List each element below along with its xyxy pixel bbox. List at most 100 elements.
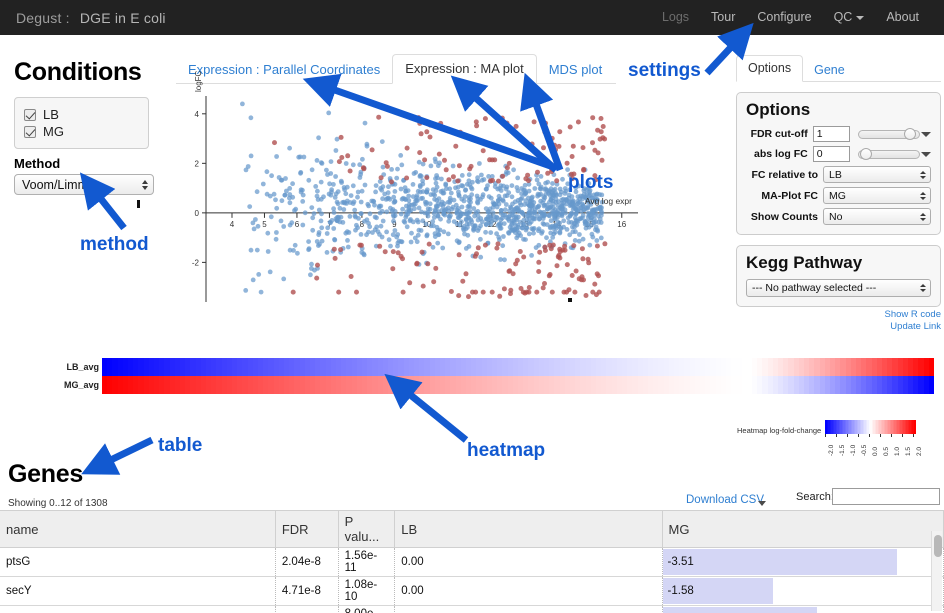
table-row[interactable]: infB4.71e-88.00e-110.00-2.26 — [0, 605, 944, 613]
kegg-pathway-card: Kegg Pathway --- No pathway selected --- — [736, 245, 941, 307]
kegg-pathway-title: Kegg Pathway — [746, 253, 863, 272]
cell-mg: -3.51 — [662, 547, 944, 577]
options-card-title: Options — [746, 100, 811, 119]
method-select[interactable]: Voom/Limma — [14, 174, 154, 195]
nav-item-qc[interactable]: QC — [823, 0, 876, 35]
show-counts-select[interactable]: No — [823, 208, 931, 225]
conditions-box: LB MG — [14, 97, 149, 149]
fc-relative-select[interactable]: LB — [823, 166, 931, 183]
stepper-icon — [142, 179, 148, 190]
fdr-cutoff-row: FDR cut-off 1 — [746, 126, 931, 142]
col-header-fdr[interactable]: FDR — [275, 510, 339, 548]
svg-text:-2: -2 — [192, 258, 200, 267]
cell-pvalue: 8.00e-11 — [338, 605, 396, 613]
heatmap-legend-ticks: -2.0 -1.5 -1.0 -0.5 0.0 0.5 1.0 1.5 2.0 — [825, 434, 923, 458]
kegg-pathway-select[interactable]: --- No pathway selected --- — [746, 279, 931, 297]
genes-table-header-row: name FDR P valu... LB MG — [0, 510, 944, 548]
brand-name: Degust : — [16, 9, 70, 26]
col-header-mg[interactable]: MG — [662, 510, 944, 548]
tab-options[interactable]: Options — [736, 54, 804, 82]
scrollbar-thumb[interactable] — [933, 535, 942, 557]
heatmap-row-mg: MG_avg — [60, 376, 935, 394]
col-header-lb[interactable]: LB — [394, 510, 663, 548]
show-counts-value: No — [829, 210, 843, 223]
slider-knob[interactable] — [903, 128, 916, 140]
ma-plot[interactable]: logFC Avg log expr 420-24567891011121314… — [176, 71, 646, 329]
cell-name: secY — [0, 576, 276, 606]
conditions-sidebar: Conditions LB MG Method Voom/Limma — [14, 58, 174, 195]
cell-fdr: 4.71e-8 — [275, 576, 339, 606]
tab-ma-plot[interactable]: Expression : MA plot — [392, 54, 537, 84]
panel-links: Show R code Update Link — [736, 309, 941, 333]
annotation-table: table — [158, 435, 203, 456]
cell-mg-value: -3.51 — [667, 556, 694, 568]
stray-mark-2 — [568, 298, 572, 302]
cell-mg-value: -1.58 — [667, 585, 694, 597]
svg-text:2: 2 — [195, 159, 200, 168]
search-label: Search: — [796, 491, 834, 503]
annotation-heatmap: heatmap — [467, 440, 546, 461]
abs-logfc-caret-down-icon[interactable] — [921, 151, 931, 157]
cell-lb: 0.00 — [394, 547, 663, 577]
nav-item-about[interactable]: About — [875, 0, 930, 35]
options-card: Options FDR cut-off 1 abs log FC 0 FC re… — [736, 92, 941, 235]
fdr-caret-down-icon[interactable] — [921, 131, 931, 137]
stray-mark-1 — [137, 200, 140, 208]
stepper-icon — [920, 284, 926, 292]
show-r-code-link[interactable]: Show R code — [736, 309, 941, 321]
abs-logfc-label: abs log FC — [754, 148, 808, 160]
heatmap[interactable]: LB_avg MG_avg — [60, 358, 935, 394]
genes-showing-count: Showing 0..12 of 1308 — [8, 498, 108, 509]
stepper-icon — [920, 212, 926, 221]
nav-item-logs[interactable]: Logs — [651, 0, 700, 35]
svg-text:4: 4 — [195, 110, 200, 119]
tab-parallel-coordinates[interactable]: Expression : Parallel Coordinates — [176, 57, 392, 83]
cell-name: infB — [0, 605, 276, 613]
checkbox-lb[interactable] — [24, 108, 36, 121]
top-navbar: Degust : DGE in E coli Logs Tour Configu… — [0, 0, 944, 35]
condition-row-lb[interactable]: LB — [24, 107, 139, 122]
ma-plot-canvas: 420-245678910111213141516 — [192, 96, 638, 302]
heatmap-strip-lb[interactable] — [102, 358, 935, 376]
condition-row-mg[interactable]: MG — [24, 124, 139, 139]
heatmap-legend-label: Heatmap log-fold-change — [737, 426, 822, 435]
annotation-method: method — [80, 234, 149, 255]
nav-item-configure[interactable]: Configure — [746, 0, 822, 35]
nav-item-tour[interactable]: Tour — [700, 0, 746, 35]
ma-plot-fc-row: MA-Plot FC MG — [746, 187, 931, 204]
checkbox-mg[interactable] — [24, 125, 36, 138]
download-caret-down-icon[interactable] — [758, 501, 766, 506]
ma-plot-fc-label: MA-Plot FC — [761, 189, 818, 202]
abs-logfc-slider[interactable] — [857, 147, 920, 161]
show-counts-label: Show Counts — [750, 210, 818, 223]
heatmap-strip-mg[interactable] — [102, 376, 935, 394]
table-row[interactable]: ptsG 2.04e-8 1.56e-11 0.00 -3.51 — [0, 547, 944, 577]
search-input[interactable] — [832, 488, 940, 505]
col-header-pvalue[interactable]: P valu... — [338, 510, 396, 548]
abs-logfc-input[interactable]: 0 — [812, 146, 850, 162]
ma-plot-fc-select[interactable]: MG — [823, 187, 931, 204]
chevron-down-icon — [856, 15, 865, 20]
fc-relative-row: FC relative to LB — [746, 166, 931, 183]
cell-fdr: 4.71e-8 — [275, 605, 339, 613]
download-csv-link[interactable]: Download CSV — [686, 494, 764, 506]
conditions-title: Conditions — [14, 58, 142, 86]
annotation-settings: settings — [628, 60, 701, 81]
stepper-icon — [920, 170, 926, 179]
fdr-cutoff-slider[interactable] — [857, 127, 920, 141]
tab-gene[interactable]: Gene — [803, 59, 856, 82]
cell-name: ptsG — [0, 547, 276, 577]
tab-mds-plot[interactable]: MDS plot — [537, 57, 614, 83]
svg-text:16: 16 — [617, 220, 626, 229]
slider-knob[interactable] — [859, 148, 872, 160]
fdr-cutoff-input[interactable]: 1 — [812, 126, 850, 142]
table-scrollbar[interactable] — [931, 531, 942, 611]
cell-lb: 0.00 — [394, 576, 663, 606]
fc-relative-label: FC relative to — [751, 168, 818, 181]
col-header-name[interactable]: name — [0, 510, 276, 548]
table-row[interactable]: secY 4.71e-8 1.08e-10 0.00 -1.58 — [0, 576, 944, 606]
nav-item-qc-label: QC — [833, 10, 853, 24]
plot-tab-bar: Expression : Parallel Coordinates Expres… — [176, 52, 616, 84]
update-link[interactable]: Update Link — [736, 321, 941, 333]
abs-logfc-row: abs log FC 0 — [746, 146, 931, 162]
